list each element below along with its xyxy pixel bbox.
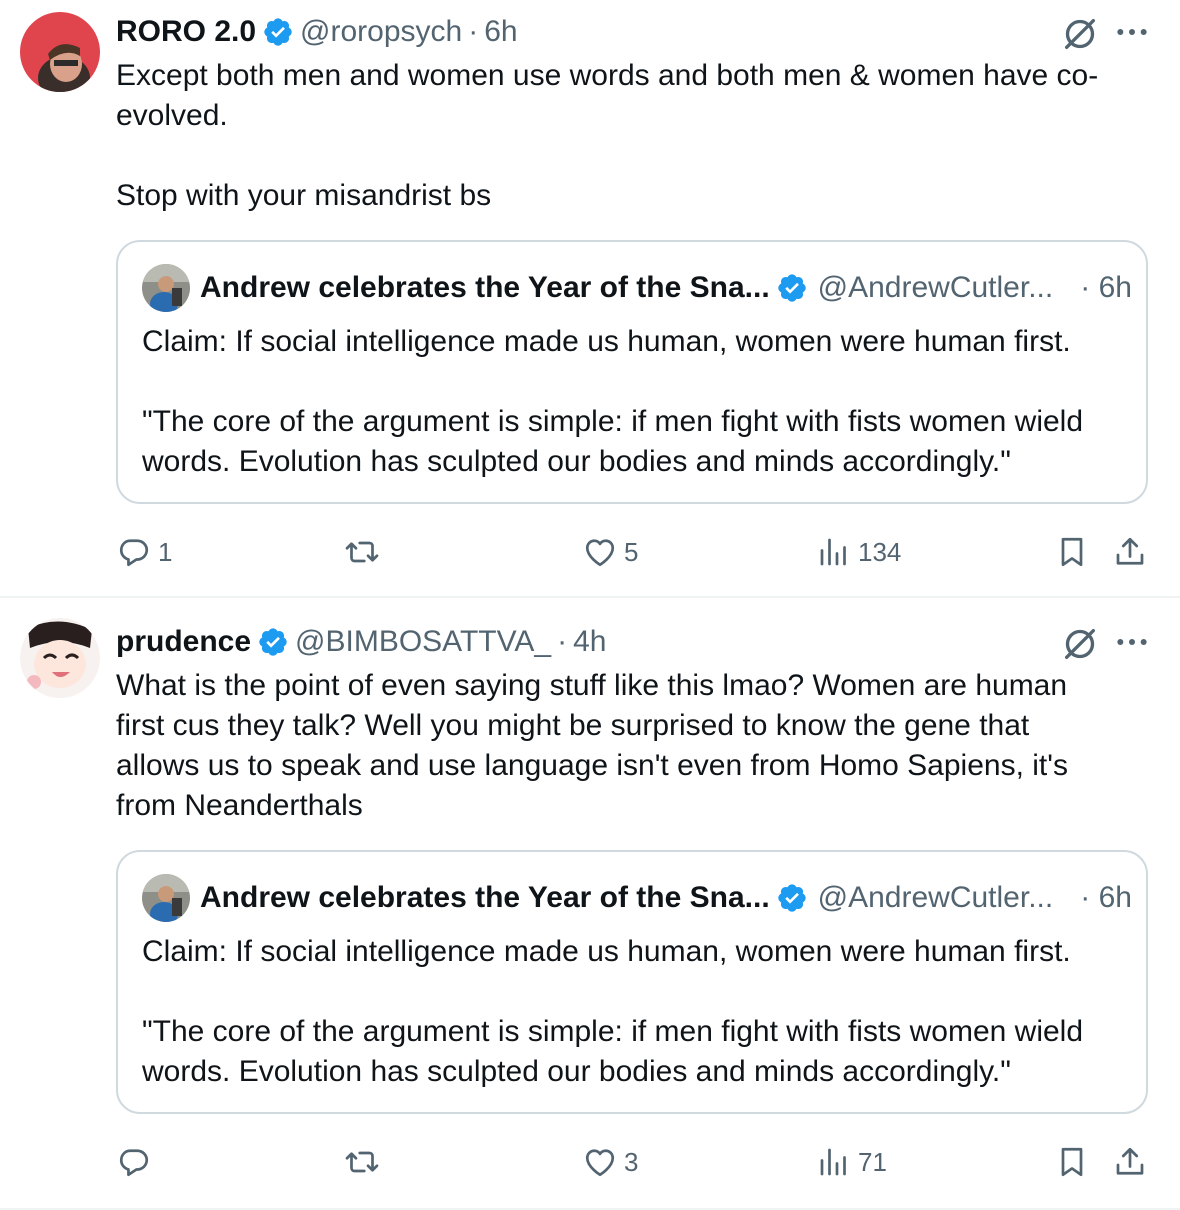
reply-count: 1 bbox=[158, 536, 173, 567]
quoted-avatar bbox=[142, 264, 190, 312]
verified-badge-icon[interactable] bbox=[262, 16, 294, 48]
timestamp[interactable]: 4h bbox=[573, 625, 606, 659]
quoted-tweet-header: Andrew celebrates the Year of the Sna...… bbox=[142, 874, 1132, 922]
share-icon bbox=[1116, 537, 1144, 565]
more-icon[interactable] bbox=[1112, 622, 1152, 662]
separator: · bbox=[468, 15, 479, 48]
tweet-header: prudence @BIMBOSATTVA_ · 4h bbox=[116, 622, 606, 662]
bookmark-icon bbox=[1061, 1147, 1083, 1177]
quoted-avatar-image bbox=[142, 874, 190, 922]
bookmark-icon bbox=[1061, 537, 1083, 567]
reply-icon bbox=[119, 539, 149, 567]
bookmark-button[interactable] bbox=[1054, 530, 1090, 574]
like-count: 3 bbox=[624, 1146, 639, 1177]
views-button[interactable]: 134 bbox=[816, 530, 901, 574]
share-icon bbox=[1116, 1147, 1144, 1175]
more-icon[interactable] bbox=[1112, 12, 1152, 52]
quoted-timestamp[interactable]: · 6h bbox=[1080, 881, 1132, 915]
quoted-tweet-header: Andrew celebrates the Year of the Sna...… bbox=[142, 264, 1132, 312]
heart-icon bbox=[585, 1149, 615, 1177]
views-button[interactable]: 71 bbox=[816, 1140, 887, 1184]
action-bar: 1 5 134 bbox=[116, 530, 1156, 574]
views-count: 71 bbox=[858, 1146, 887, 1177]
tweet-header: RORO 2.0 @roropsych · 6h bbox=[116, 12, 518, 52]
bookmark-button[interactable] bbox=[1054, 1140, 1090, 1184]
quoted-author-name[interactable]: Andrew celebrates the Year of the Sna... bbox=[200, 881, 770, 915]
verified-badge-icon[interactable] bbox=[776, 272, 808, 304]
avatar[interactable] bbox=[20, 12, 100, 92]
views-count: 134 bbox=[858, 536, 902, 567]
quoted-author-handle[interactable]: @AndrewCutler... bbox=[818, 271, 1054, 305]
share-button[interactable] bbox=[1112, 1140, 1148, 1184]
reply-icon bbox=[119, 1149, 149, 1177]
timestamp[interactable]: 6h bbox=[484, 15, 517, 49]
quoted-avatar-image bbox=[142, 264, 190, 312]
quoted-author-name[interactable]: Andrew celebrates the Year of the Sna... bbox=[200, 271, 770, 305]
repost-button[interactable] bbox=[344, 1140, 386, 1184]
quoted-timestamp[interactable]: · 6h bbox=[1080, 271, 1132, 305]
quoted-tweet-text: Claim: If social intelligence made us hu… bbox=[142, 325, 1084, 478]
views-icon bbox=[820, 1148, 846, 1176]
grok-icon[interactable] bbox=[1060, 624, 1100, 664]
tweet[interactable]: RORO 2.0 @roropsych · 6h Except both men… bbox=[0, 0, 1180, 598]
quoted-tweet[interactable]: Andrew celebrates the Year of the Sna...… bbox=[116, 240, 1148, 504]
quoted-tweet[interactable]: Andrew celebrates the Year of the Sna...… bbox=[116, 850, 1148, 1114]
tweet-text: What is the point of even saying stuff l… bbox=[116, 669, 1068, 822]
reply-button[interactable] bbox=[116, 1140, 158, 1184]
avatar-image bbox=[20, 618, 100, 698]
like-count: 5 bbox=[624, 536, 639, 567]
views-icon bbox=[820, 538, 846, 566]
verified-badge-icon[interactable] bbox=[776, 882, 808, 914]
quoted-avatar bbox=[142, 874, 190, 922]
like-button[interactable]: 5 bbox=[582, 530, 638, 574]
author-handle[interactable]: @roropsych bbox=[300, 15, 462, 49]
tweet[interactable]: prudence @BIMBOSATTVA_ · 4h What is the … bbox=[0, 598, 1180, 1210]
repost-icon bbox=[345, 541, 379, 563]
quoted-tweet-text: Claim: If social intelligence made us hu… bbox=[142, 935, 1084, 1088]
verified-badge-icon[interactable] bbox=[257, 626, 289, 658]
avatar-image bbox=[20, 12, 100, 92]
avatar[interactable] bbox=[20, 618, 100, 698]
repost-button[interactable] bbox=[344, 530, 386, 574]
quoted-author-handle[interactable]: @AndrewCutler... bbox=[818, 881, 1054, 915]
author-name[interactable]: prudence bbox=[116, 625, 251, 659]
author-handle[interactable]: @BIMBOSATTVA_ bbox=[295, 625, 551, 659]
share-button[interactable] bbox=[1112, 530, 1148, 574]
action-bar: 3 71 bbox=[116, 1140, 1156, 1184]
reply-button[interactable]: 1 bbox=[116, 530, 172, 574]
separator: · bbox=[557, 625, 568, 658]
author-name[interactable]: RORO 2.0 bbox=[116, 15, 256, 49]
tweet-text: Except both men and women use words and … bbox=[116, 59, 1099, 212]
grok-icon[interactable] bbox=[1060, 14, 1100, 54]
repost-icon bbox=[345, 1151, 379, 1173]
heart-icon bbox=[585, 539, 615, 567]
like-button[interactable]: 3 bbox=[582, 1140, 638, 1184]
